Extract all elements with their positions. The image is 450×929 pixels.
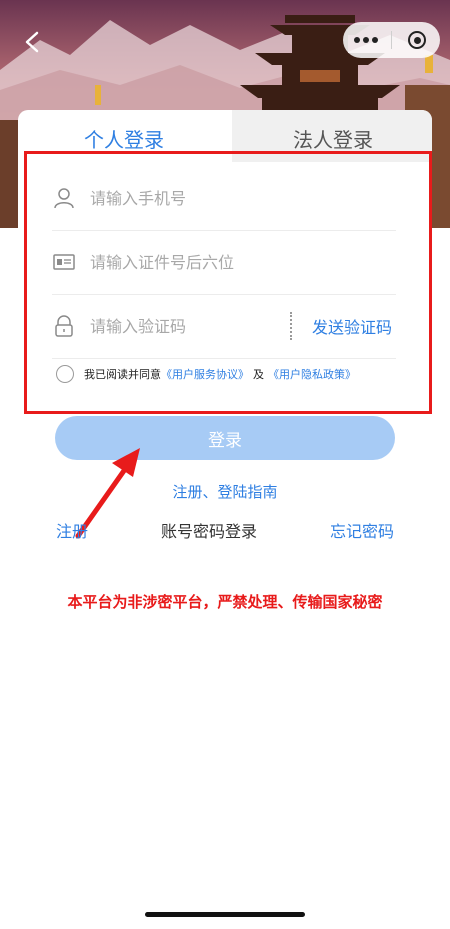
privacy-policy-link[interactable]: 《用户隐私政策》 (268, 366, 356, 382)
more-button[interactable] (346, 25, 386, 55)
more-dots-icon (353, 37, 378, 43)
phone-row (52, 166, 396, 231)
capsule-divider (390, 31, 392, 49)
register-login-guide-link[interactable]: 注册、登陆指南 (0, 481, 450, 502)
id-number-input[interactable] (88, 251, 292, 273)
id-card-icon (52, 250, 76, 274)
home-indicator (145, 912, 305, 917)
agreement-prefix: 我已阅读并同意 (84, 368, 161, 381)
chevron-left-icon (25, 31, 39, 53)
phone-input[interactable] (88, 187, 292, 209)
user-icon (52, 186, 76, 210)
target-icon (408, 31, 427, 49)
mini-program-capsule (343, 22, 440, 58)
tab-personal-login[interactable]: 个人登录 (84, 124, 164, 153)
id-row (52, 230, 396, 295)
register-link[interactable]: 注册 (56, 518, 88, 542)
close-mini-program-button[interactable] (397, 25, 437, 55)
tab-legal-login[interactable]: 法人登录 (293, 124, 373, 153)
forgot-password-link[interactable]: 忘记密码 (330, 518, 394, 542)
security-warning: 本平台为非涉密平台，严禁处理、传输国家秘密 (67, 593, 383, 611)
back-button[interactable] (18, 28, 46, 56)
agreement-joiner: 及 (253, 368, 264, 381)
password-login-link[interactable]: 账号密码登录 (161, 518, 257, 542)
send-code-button[interactable]: 发送验证码 (312, 314, 392, 338)
code-row: 发送验证码 (52, 294, 396, 359)
verification-code-input[interactable] (88, 315, 292, 337)
agreement-checkbox[interactable] (56, 365, 74, 383)
code-divider (290, 312, 292, 340)
service-agreement-link[interactable]: 《用户服务协议》 (161, 366, 249, 382)
lock-icon (52, 314, 76, 338)
login-button[interactable]: 登录 (55, 416, 395, 460)
agreement-row: 我已阅读并同意 《用户服务协议》 及 《用户隐私政策》 (56, 365, 356, 383)
